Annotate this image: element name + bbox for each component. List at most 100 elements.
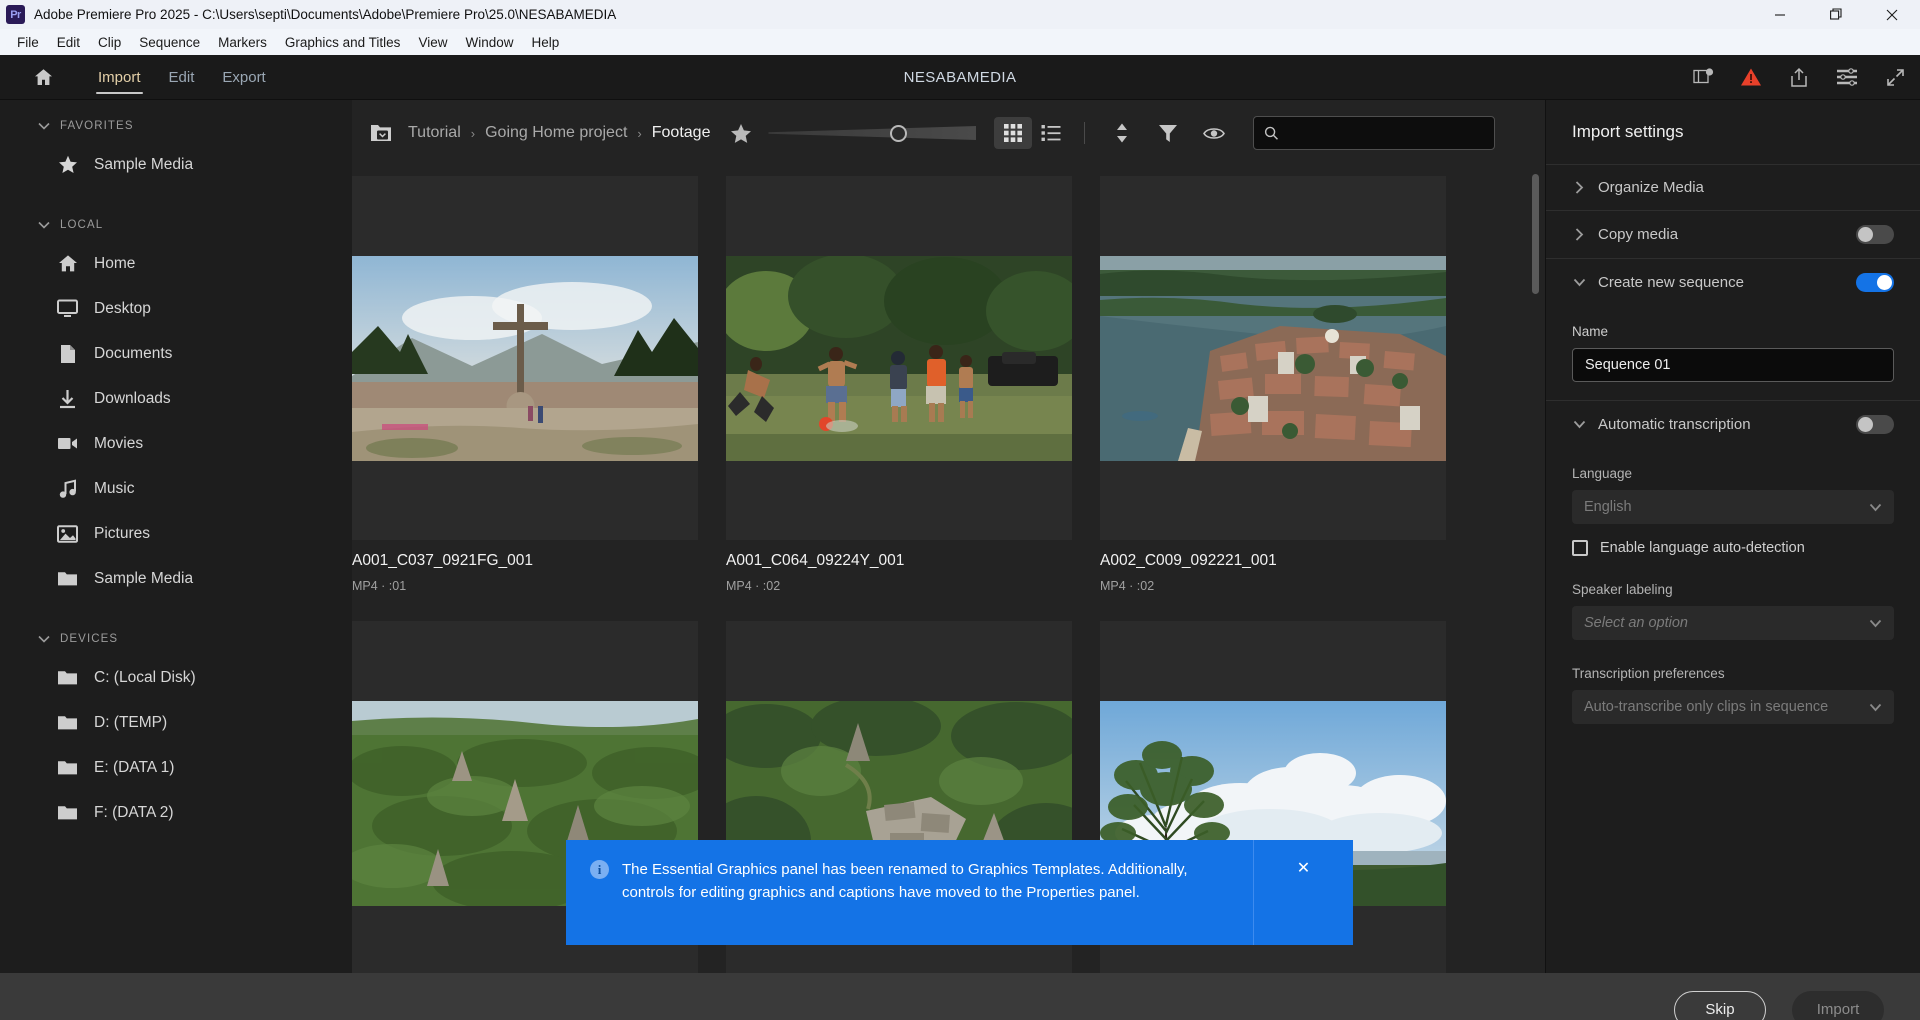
automatic-transcription-toggle[interactable] <box>1856 415 1894 434</box>
sidebar-group-label: DEVICES <box>60 633 118 645</box>
copy-media-toggle[interactable] <box>1856 225 1894 244</box>
sidebar-item-label: D: (TEMP) <box>94 714 167 732</box>
sidebar-item-downloads[interactable]: Downloads <box>0 376 352 421</box>
sidebar-item-label: Movies <box>94 435 143 453</box>
fullscreen-icon[interactable] <box>1884 66 1906 88</box>
workspace-icon[interactable] <box>1692 66 1714 88</box>
speaker-labeling-select[interactable]: Select an option <box>1572 606 1894 640</box>
chevron-down-icon <box>1869 619 1882 628</box>
close-button[interactable] <box>1864 0 1920 29</box>
share-icon[interactable] <box>1788 66 1810 88</box>
chevron-right-icon <box>1572 181 1586 194</box>
sidebar-group-favorites[interactable]: FAVORITES <box>0 110 352 142</box>
window-title: Adobe Premiere Pro 2025 - C:\Users\septi… <box>34 7 616 22</box>
content-toolbar: Tutorial › Going Home project › Footage <box>352 100 1545 166</box>
home-icon[interactable] <box>22 67 64 88</box>
sidebar-item-label: Documents <box>94 345 172 363</box>
folder-dropdown-icon[interactable] <box>368 121 398 145</box>
slider-handle[interactable] <box>890 125 907 142</box>
thumbnail-cross-monument-city <box>352 256 698 461</box>
sidebar-group-local[interactable]: LOCAL <box>0 209 352 241</box>
menu-item-edit[interactable]: Edit <box>48 32 89 53</box>
section-organize-media[interactable]: Organize Media <box>1546 164 1920 210</box>
close-icon[interactable]: ✕ <box>1297 858 1310 878</box>
media-thumbnail[interactable] <box>352 176 698 540</box>
section-automatic-transcription[interactable]: Automatic transcription <box>1546 400 1920 448</box>
sidebar-item-desktop[interactable]: Desktop <box>0 286 352 331</box>
sidebar-item-drive-d[interactable]: D: (TEMP) <box>0 700 352 745</box>
breadcrumb-tutorial[interactable]: Tutorial <box>406 124 463 142</box>
sidebar-item-drive-f[interactable]: F: (DATA 2) <box>0 790 352 835</box>
media-card[interactable]: A001_C037_0921FG_001 MP4 · :01 <box>352 176 698 593</box>
language-select[interactable]: English <box>1572 490 1894 524</box>
vertical-scrollbar[interactable] <box>1532 174 1539 294</box>
toast-close-area[interactable]: ✕ <box>1253 840 1353 945</box>
transcription-preferences-label: Transcription preferences <box>1572 666 1894 681</box>
section-copy-media[interactable]: Copy media <box>1546 210 1920 258</box>
breadcrumb-going-home-project[interactable]: Going Home project <box>483 124 629 142</box>
favorite-star-icon[interactable] <box>730 123 752 144</box>
restore-button[interactable] <box>1808 0 1864 29</box>
breadcrumb-footage[interactable]: Footage <box>650 124 713 142</box>
sidebar-item-sample-media-fav[interactable]: Sample Media <box>0 142 352 187</box>
menu-item-sequence[interactable]: Sequence <box>130 32 209 53</box>
sequence-name-input[interactable] <box>1572 348 1894 382</box>
sidebar-item-movies[interactable]: Movies <box>0 421 352 466</box>
search-box[interactable] <box>1253 116 1495 150</box>
auto-detect-row[interactable]: Enable language auto-detection <box>1572 540 1894 556</box>
minimize-button[interactable] <box>1752 0 1808 29</box>
thumbnail-size-slider[interactable] <box>768 122 976 144</box>
menu-item-view[interactable]: View <box>409 32 456 53</box>
media-thumbnail[interactable] <box>1100 176 1446 540</box>
notification-toast: i The Essential Graphics panel has been … <box>566 840 1353 945</box>
menu-item-help[interactable]: Help <box>522 32 568 53</box>
sidebar-item-sample-media-local[interactable]: Sample Media <box>0 556 352 601</box>
media-thumbnail[interactable] <box>726 176 1072 540</box>
menu-item-window[interactable]: Window <box>456 32 522 53</box>
section-create-new-sequence[interactable]: Create new sequence <box>1546 258 1920 306</box>
sidebar-item-home[interactable]: Home <box>0 241 352 286</box>
sidebar-item-label: F: (DATA 2) <box>94 804 174 822</box>
language-select-value: English <box>1584 499 1632 515</box>
sort-button[interactable] <box>1105 118 1139 148</box>
warning-icon[interactable] <box>1740 66 1762 88</box>
search-input[interactable] <box>1287 125 1485 141</box>
sequence-name-label: Name <box>1572 324 1894 339</box>
sidebar-item-documents[interactable]: Documents <box>0 331 352 376</box>
grid-view-button[interactable] <box>994 117 1032 149</box>
import-button[interactable]: Import <box>1792 991 1884 1020</box>
preview-toggle-button[interactable] <box>1197 118 1231 148</box>
media-card[interactable]: A002_C009_092221_001 MP4 · :02 <box>1100 176 1446 593</box>
chevron-down-icon <box>1869 503 1882 512</box>
video-camera-icon <box>57 433 78 454</box>
media-title: A001_C064_09224Y_001 <box>726 552 1072 570</box>
tab-import[interactable]: Import <box>84 55 155 100</box>
transcription-body: Language English Enable language auto-de… <box>1546 448 1920 742</box>
transcription-preferences-select[interactable]: Auto-transcribe only clips in sequence <box>1572 690 1894 724</box>
sidebar-item-drive-c[interactable]: C: (Local Disk) <box>0 655 352 700</box>
menu-item-markers[interactable]: Markers <box>209 32 276 53</box>
tab-export[interactable]: Export <box>208 55 279 100</box>
language-label: Language <box>1572 466 1894 481</box>
sidebar-item-drive-e[interactable]: E: (DATA 1) <box>0 745 352 790</box>
menu-bar: File Edit Clip Sequence Markers Graphics… <box>0 29 1920 55</box>
tab-edit[interactable]: Edit <box>155 55 209 100</box>
media-title: A002_C009_092221_001 <box>1100 552 1446 570</box>
filter-button[interactable] <box>1151 118 1185 148</box>
sidebar-item-pictures[interactable]: Pictures <box>0 511 352 556</box>
menu-item-graphics-and-titles[interactable]: Graphics and Titles <box>276 32 410 53</box>
menu-item-file[interactable]: File <box>8 32 48 53</box>
sidebar-item-label: Home <box>94 255 135 273</box>
sidebar-item-music[interactable]: Music <box>0 466 352 511</box>
sidebar-group-devices[interactable]: DEVICES <box>0 623 352 655</box>
panel-title: Import settings <box>1546 100 1920 164</box>
mode-tabs: Import Edit Export <box>84 55 280 100</box>
create-new-sequence-toggle[interactable] <box>1856 273 1894 292</box>
settings-sliders-icon[interactable] <box>1836 66 1858 88</box>
list-view-button[interactable] <box>1032 117 1070 149</box>
skip-button[interactable]: Skip <box>1674 991 1766 1020</box>
auto-detect-checkbox[interactable] <box>1572 540 1588 556</box>
menu-item-clip[interactable]: Clip <box>89 32 130 53</box>
transcription-preferences-value: Auto-transcribe only clips in sequence <box>1584 699 1828 715</box>
media-card[interactable]: A001_C064_09224Y_001 MP4 · :02 <box>726 176 1072 593</box>
